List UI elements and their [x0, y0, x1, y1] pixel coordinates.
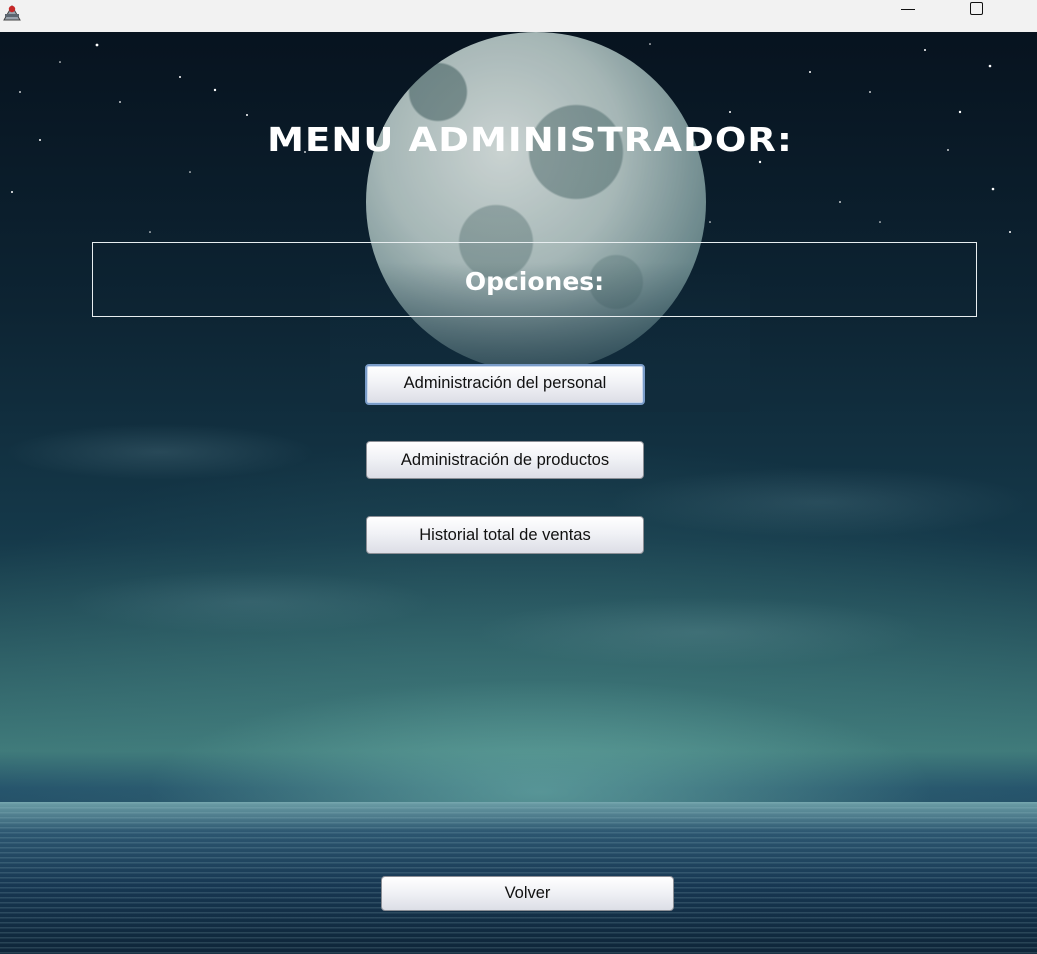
options-panel: Opciones: — [92, 242, 977, 317]
back-button[interactable]: Volver — [381, 876, 674, 911]
staff-admin-button[interactable]: Administración del personal — [365, 364, 645, 405]
maximize-icon[interactable] — [954, 0, 1000, 32]
java-app-icon — [0, 0, 24, 22]
minimize-icon[interactable] — [885, 0, 931, 32]
sales-history-button[interactable]: Historial total de ventas — [366, 516, 644, 554]
page-title: MENU ADMINISTRADOR: — [267, 120, 793, 159]
admin-menu-window: MENU ADMINISTRADOR: Opciones: Administra… — [0, 0, 1037, 954]
products-admin-button[interactable]: Administración de productos — [366, 441, 644, 479]
options-label: Opciones: — [464, 267, 605, 296]
moonlit-sea-background — [0, 32, 1037, 954]
title-bar — [0, 0, 1037, 32]
